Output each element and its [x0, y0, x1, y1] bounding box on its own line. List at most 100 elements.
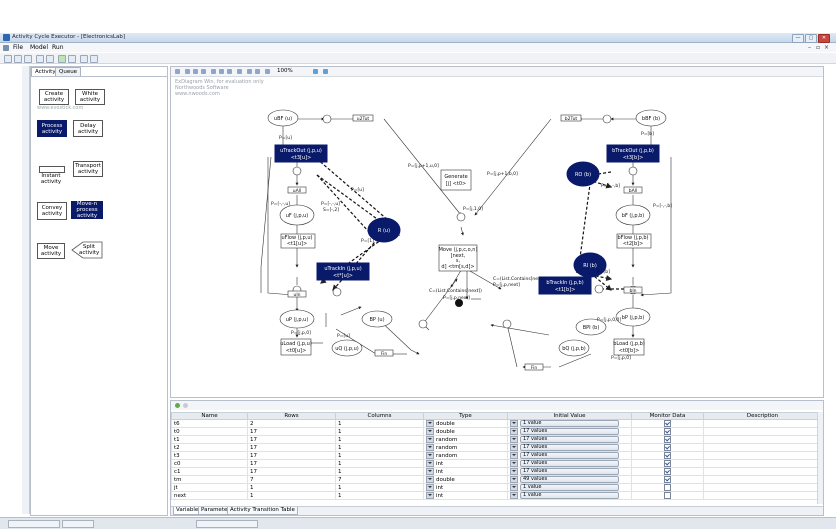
- cell-initial-value[interactable]: 1 value: [507, 419, 632, 428]
- palette-delay-activity[interactable]: Delay activity: [73, 120, 103, 137]
- cell-initial-value[interactable]: 17 values: [507, 427, 632, 436]
- initial-dropdown-icon[interactable]: [510, 460, 518, 467]
- cell-initial-value[interactable]: 17 values: [507, 443, 632, 452]
- column-header[interactable]: Description: [703, 412, 822, 420]
- cell-rows[interactable]: 17: [247, 451, 336, 460]
- cell-type[interactable]: random: [423, 435, 508, 444]
- queue-circle[interactable]: [322, 114, 332, 124]
- mdi-close-button[interactable]: ×: [824, 44, 829, 51]
- paste-icon[interactable]: [46, 55, 54, 63]
- cell-name[interactable]: c0: [171, 459, 248, 468]
- open-icon[interactable]: [14, 55, 22, 63]
- cell-rows[interactable]: 17: [247, 435, 336, 444]
- table-row[interactable]: c1 17 1 int 17 values: [171, 467, 822, 476]
- queue-circle[interactable]: [292, 166, 302, 176]
- queue-circle[interactable]: [456, 212, 466, 222]
- cell-initial-value[interactable]: 17 values: [507, 451, 632, 460]
- cell-name[interactable]: tm: [171, 475, 248, 484]
- type-dropdown-icon[interactable]: [426, 492, 434, 499]
- undo-icon[interactable]: [68, 55, 76, 63]
- cell-initial-value[interactable]: 49 values: [507, 475, 632, 484]
- cell-name[interactable]: t1: [171, 435, 248, 444]
- table-row[interactable]: t0 17 1 double 17 values: [171, 427, 822, 436]
- cell-name[interactable]: t2: [171, 443, 248, 452]
- type-dropdown-icon[interactable]: [426, 484, 434, 491]
- type-dropdown-icon[interactable]: [426, 436, 434, 443]
- monitor-checkbox[interactable]: [664, 468, 671, 475]
- column-header[interactable]: Monitor Data: [631, 412, 704, 420]
- column-header[interactable]: Columns: [335, 412, 424, 420]
- monitor-checkbox[interactable]: [664, 452, 671, 459]
- menu-run[interactable]: Run: [52, 44, 64, 51]
- initial-value-button[interactable]: 17 values: [520, 468, 619, 475]
- initial-dropdown-icon[interactable]: [510, 452, 518, 459]
- initial-dropdown-icon[interactable]: [510, 484, 518, 491]
- monitor-checkbox[interactable]: [664, 492, 671, 499]
- cell-initial-value[interactable]: 17 values: [507, 467, 632, 476]
- cell-type[interactable]: double: [423, 427, 508, 436]
- palette-split-activity[interactable]: Split activity: [79, 244, 99, 256]
- initial-dropdown-icon[interactable]: [510, 444, 518, 451]
- cell-monitor[interactable]: [631, 435, 704, 444]
- palette-move-n-process-activity[interactable]: Move-n process activity: [71, 201, 103, 219]
- cell-initial-value[interactable]: 17 values: [507, 459, 632, 468]
- palette-transport-activity[interactable]: Transport activity: [73, 161, 103, 177]
- tab-queue[interactable]: Queue: [55, 67, 82, 76]
- cell-name[interactable]: t6: [171, 419, 248, 428]
- initial-value-button[interactable]: 1 value: [520, 492, 619, 499]
- palette-instant-activity[interactable]: Instant activity: [37, 173, 65, 185]
- cell-type[interactable]: random: [423, 443, 508, 452]
- palette-move-activity[interactable]: Move activity: [37, 243, 65, 259]
- cell-initial-value[interactable]: 1 value: [507, 483, 632, 492]
- cell-columns[interactable]: 1: [335, 483, 424, 492]
- initial-value-button[interactable]: 17 values: [520, 428, 619, 435]
- cell-monitor[interactable]: [631, 459, 704, 468]
- initial-dropdown-icon[interactable]: [510, 436, 518, 443]
- table-row[interactable]: t3 17 1 random 17 values: [171, 451, 822, 460]
- mdi-restore-button[interactable]: ▫: [816, 44, 820, 51]
- type-dropdown-icon[interactable]: [426, 476, 434, 483]
- cell-columns[interactable]: 1: [335, 427, 424, 436]
- cell-rows[interactable]: 1: [247, 491, 336, 500]
- cell-description[interactable]: [703, 451, 822, 460]
- cell-type[interactable]: int: [423, 483, 508, 492]
- table-row[interactable]: t1 17 1 random 17 values: [171, 435, 822, 444]
- monitor-checkbox[interactable]: [664, 460, 671, 467]
- cell-name[interactable]: jt: [171, 483, 248, 492]
- tab-activity-transition-table[interactable]: Activity Transition Table: [227, 507, 298, 515]
- cell-name[interactable]: t0: [171, 427, 248, 436]
- queue-circle[interactable]: [628, 166, 638, 176]
- cell-columns[interactable]: 1: [335, 491, 424, 500]
- stop-icon[interactable]: [80, 55, 88, 63]
- initial-value-button[interactable]: 1 value: [520, 420, 619, 427]
- check-icon[interactable]: [58, 55, 66, 63]
- cell-description[interactable]: [703, 427, 822, 436]
- cell-name[interactable]: next: [171, 491, 248, 500]
- queue-circle[interactable]: [602, 114, 612, 124]
- cell-type[interactable]: int: [423, 467, 508, 476]
- palette-create-activity[interactable]: Create activity: [39, 89, 69, 105]
- palette-convey-activity[interactable]: Convey activity: [37, 202, 67, 220]
- monitor-checkbox[interactable]: [664, 476, 671, 483]
- monitor-checkbox[interactable]: [664, 420, 671, 427]
- cell-type[interactable]: double: [423, 419, 508, 428]
- monitor-checkbox[interactable]: [664, 484, 671, 491]
- cell-description[interactable]: [703, 443, 822, 452]
- type-dropdown-icon[interactable]: [426, 452, 434, 459]
- cell-columns[interactable]: 7: [335, 475, 424, 484]
- cell-name[interactable]: t3: [171, 451, 248, 460]
- queue-circle[interactable]: [418, 319, 428, 329]
- minimize-button[interactable]: —: [792, 34, 804, 43]
- cell-rows[interactable]: 17: [247, 427, 336, 436]
- cell-description[interactable]: [703, 475, 822, 484]
- cell-monitor[interactable]: [631, 491, 704, 500]
- cell-monitor[interactable]: [631, 427, 704, 436]
- cell-columns[interactable]: 1: [335, 435, 424, 444]
- cell-columns[interactable]: 1: [335, 459, 424, 468]
- palette-instant-shape[interactable]: [39, 166, 65, 173]
- initial-value-button[interactable]: 17 values: [520, 460, 619, 467]
- menu-file[interactable]: File: [13, 44, 23, 51]
- queue-circle[interactable]: [594, 284, 604, 294]
- monitor-checkbox[interactable]: [664, 436, 671, 443]
- initial-value-button[interactable]: 49 values: [520, 476, 619, 483]
